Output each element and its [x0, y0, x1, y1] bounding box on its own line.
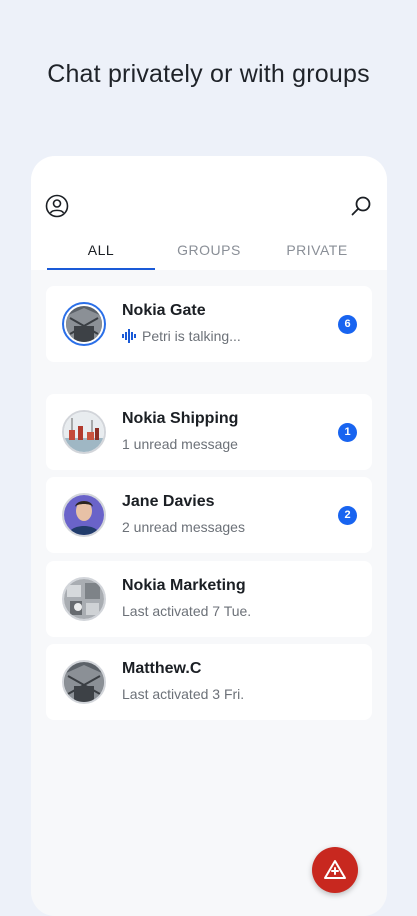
avatar: [62, 410, 106, 454]
search-icon[interactable]: [349, 194, 373, 218]
avatar: [62, 577, 106, 621]
avatar: [62, 660, 106, 704]
conversation-card[interactable]: Nokia Gate Petri is talking... 6: [46, 286, 372, 362]
tab-groups[interactable]: GROUPS: [155, 240, 263, 270]
conversation-subtitle: 1 unread message: [122, 436, 238, 452]
unread-badge: 2: [338, 506, 357, 525]
conversation-name: Jane Davies: [122, 493, 215, 510]
conversation-name: Nokia Marketing: [122, 577, 246, 594]
conversation-subtitle: Last activated 3 Fri.: [122, 686, 244, 702]
conversation-name: Nokia Gate: [122, 302, 206, 319]
avatar: [62, 493, 106, 537]
conversation-card[interactable]: Nokia Shipping 1 unread message 1: [46, 394, 372, 470]
conversation-card[interactable]: Matthew.C Last activated 3 Fri.: [46, 644, 372, 720]
alert-triangle-icon: [324, 860, 346, 879]
conversation-name: Matthew.C: [122, 660, 202, 677]
conversation-subtitle: Last activated 7 Tue.: [122, 603, 251, 619]
conversation-status: Last activated 3 Fri.: [122, 686, 245, 702]
avatar: [62, 302, 106, 346]
tab-private[interactable]: PRIVATE: [263, 240, 371, 270]
tab-bar: ALL GROUPS PRIVATE: [47, 240, 371, 270]
profile-icon[interactable]: [45, 194, 69, 218]
conversation-status: 1 unread message: [122, 436, 238, 452]
voice-wave-icon: [122, 329, 136, 343]
tab-all[interactable]: ALL: [47, 240, 155, 270]
conversation-name: Nokia Shipping: [122, 410, 239, 427]
unread-badge: 6: [338, 315, 357, 334]
conversation-status: Last activated 7 Tue.: [122, 603, 252, 619]
conversation-card[interactable]: Nokia Marketing Last activated 7 Tue.: [46, 561, 372, 637]
top-bar: ALL GROUPS PRIVATE: [31, 156, 387, 270]
alert-action-button[interactable]: [312, 847, 358, 893]
conversation-subtitle: 2 unread messages: [122, 519, 245, 535]
conversation-status: 2 unread messages: [122, 519, 245, 535]
conversation-card[interactable]: Jane Davies 2 unread messages 2: [46, 477, 372, 553]
unread-badge: 1: [338, 423, 357, 442]
headline: Chat privately or with groups: [47, 60, 370, 88]
app-screen: ALL GROUPS PRIVATE Nokia Gate Petri is t…: [31, 156, 387, 916]
conversation-subtitle: Petri is talking...: [122, 328, 241, 344]
conversation-status: Petri is talking...: [142, 328, 241, 344]
